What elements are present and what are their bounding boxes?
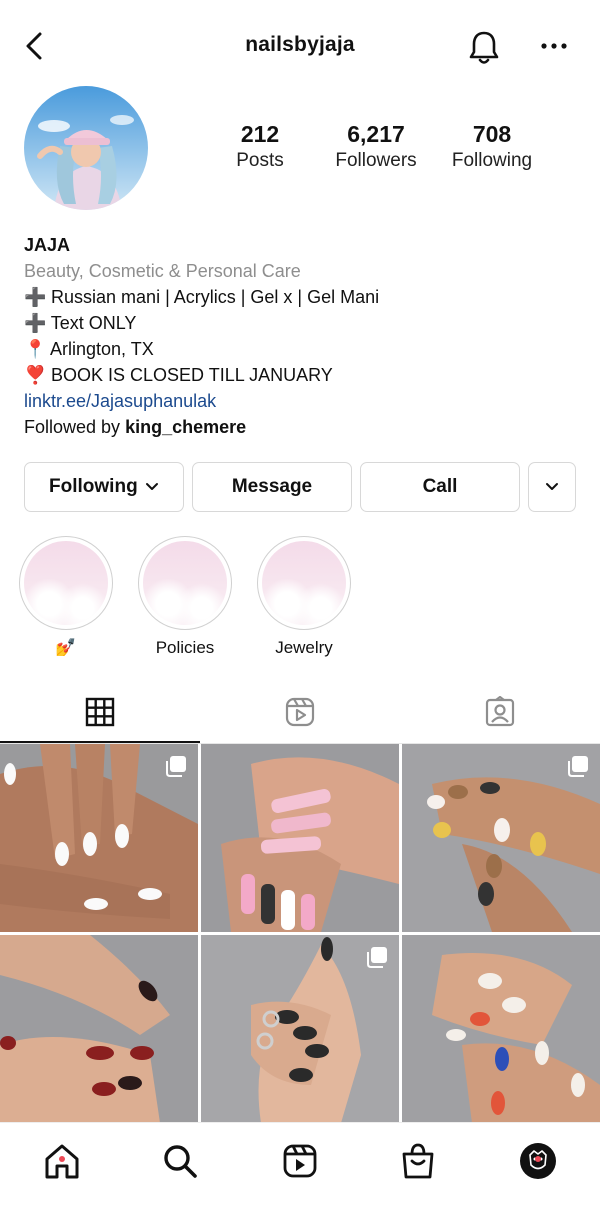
call-button[interactable]: Call bbox=[360, 462, 520, 512]
profile-bio: JAJA Beauty, Cosmetic & Personal Care ➕ … bbox=[24, 232, 584, 440]
posts-label: Posts bbox=[236, 150, 284, 171]
post-thumbnail[interactable] bbox=[402, 935, 600, 1123]
tab-tagged[interactable] bbox=[400, 684, 600, 743]
highlight-label: 💅 bbox=[55, 638, 77, 657]
following-button[interactable]: Following bbox=[24, 462, 184, 512]
grid-icon bbox=[85, 697, 115, 727]
home-notification-dot bbox=[59, 1156, 65, 1162]
plus-icon: ➕ bbox=[24, 287, 47, 307]
bio-line-text: Russian mani | Acrylics | Gel x | Gel Ma… bbox=[51, 287, 380, 307]
search-icon[interactable] bbox=[158, 1139, 202, 1183]
highlight-cover bbox=[138, 536, 232, 630]
heart-exclamation-icon: ❣️ bbox=[24, 365, 47, 385]
bottom-nav bbox=[0, 1122, 600, 1207]
reels-icon bbox=[285, 697, 315, 727]
tab-grid[interactable] bbox=[0, 684, 200, 743]
chevron-down-icon bbox=[145, 482, 158, 490]
profile-avatar[interactable] bbox=[24, 86, 148, 210]
bio-line: ➕ Text ONLY bbox=[24, 310, 584, 336]
more-horizontal-icon[interactable] bbox=[538, 34, 570, 58]
bio-line-text: Text ONLY bbox=[50, 313, 137, 333]
bell-icon[interactable] bbox=[466, 28, 502, 66]
posts-count: 212 bbox=[240, 121, 280, 147]
plus-icon: ➕ bbox=[24, 313, 47, 333]
profile-display-name: JAJA bbox=[24, 235, 71, 255]
following-label: Following bbox=[451, 150, 533, 171]
profile-header: nailsbyjaja bbox=[0, 0, 600, 92]
highlight-cover bbox=[257, 536, 351, 630]
highlight-label: Policies bbox=[155, 638, 215, 657]
post-thumbnail[interactable] bbox=[201, 935, 399, 1123]
post-thumbnail[interactable] bbox=[201, 744, 399, 932]
bio-line-text: Arlington, TX bbox=[50, 339, 154, 359]
tab-reels[interactable] bbox=[200, 684, 400, 743]
bio-line: ❣️ BOOK IS CLOSED TILL JANUARY bbox=[24, 362, 584, 388]
post-thumbnail[interactable] bbox=[0, 935, 198, 1123]
tagged-icon bbox=[485, 696, 515, 727]
bio-line: 📍 Arlington, TX bbox=[24, 336, 584, 362]
highlight-label: Jewelry bbox=[275, 638, 333, 657]
posts-grid bbox=[0, 744, 600, 1123]
story-highlight[interactable]: 💅 bbox=[18, 536, 114, 660]
message-button[interactable]: Message bbox=[192, 462, 352, 512]
post-thumbnail[interactable] bbox=[402, 744, 600, 932]
story-highlight[interactable]: Jewelry bbox=[256, 536, 352, 660]
post-thumbnail[interactable] bbox=[0, 744, 198, 932]
profile-website-link[interactable]: linktr.ee/Jajasuphanulak bbox=[24, 388, 584, 414]
story-highlight[interactable]: Policies bbox=[137, 536, 233, 660]
multiple-posts-icon bbox=[367, 947, 387, 968]
multiple-posts-icon bbox=[166, 756, 186, 777]
followers-label: Followers bbox=[335, 150, 417, 171]
shop-bag-icon[interactable] bbox=[396, 1139, 440, 1183]
bio-line: ➕ Russian mani | Acrylics | Gel x | Gel … bbox=[24, 284, 584, 310]
location-pin-icon: 📍 bbox=[24, 339, 47, 359]
multiple-posts-icon bbox=[568, 756, 588, 777]
suggested-accounts-button[interactable] bbox=[528, 462, 576, 512]
profile-stats: 212 Posts 6,217 Followers 708 Following bbox=[200, 120, 580, 180]
followed-by[interactable]: Followed by king_chemere bbox=[24, 414, 584, 440]
following-count: 708 bbox=[472, 121, 512, 147]
following-stat[interactable]: 708 Following bbox=[432, 120, 552, 174]
reels-icon[interactable] bbox=[278, 1139, 322, 1183]
followed-by-prefix: Followed by bbox=[24, 417, 121, 437]
profile-tabs bbox=[0, 684, 600, 744]
following-button-label: Following bbox=[49, 476, 138, 497]
highlight-cover bbox=[19, 536, 113, 630]
followed-by-user: king_chemere bbox=[125, 417, 247, 437]
profile-username: nailsbyjaja bbox=[245, 33, 355, 56]
profile-notification-dot bbox=[535, 1156, 541, 1162]
posts-stat[interactable]: 212 Posts bbox=[200, 120, 320, 174]
profile-category: Beauty, Cosmetic & Personal Care bbox=[24, 261, 301, 281]
chevron-down-icon bbox=[546, 482, 558, 490]
bio-line-text: BOOK IS CLOSED TILL JANUARY bbox=[51, 365, 333, 385]
followers-count: 6,217 bbox=[347, 121, 405, 147]
followers-stat[interactable]: 6,217 Followers bbox=[316, 120, 436, 174]
